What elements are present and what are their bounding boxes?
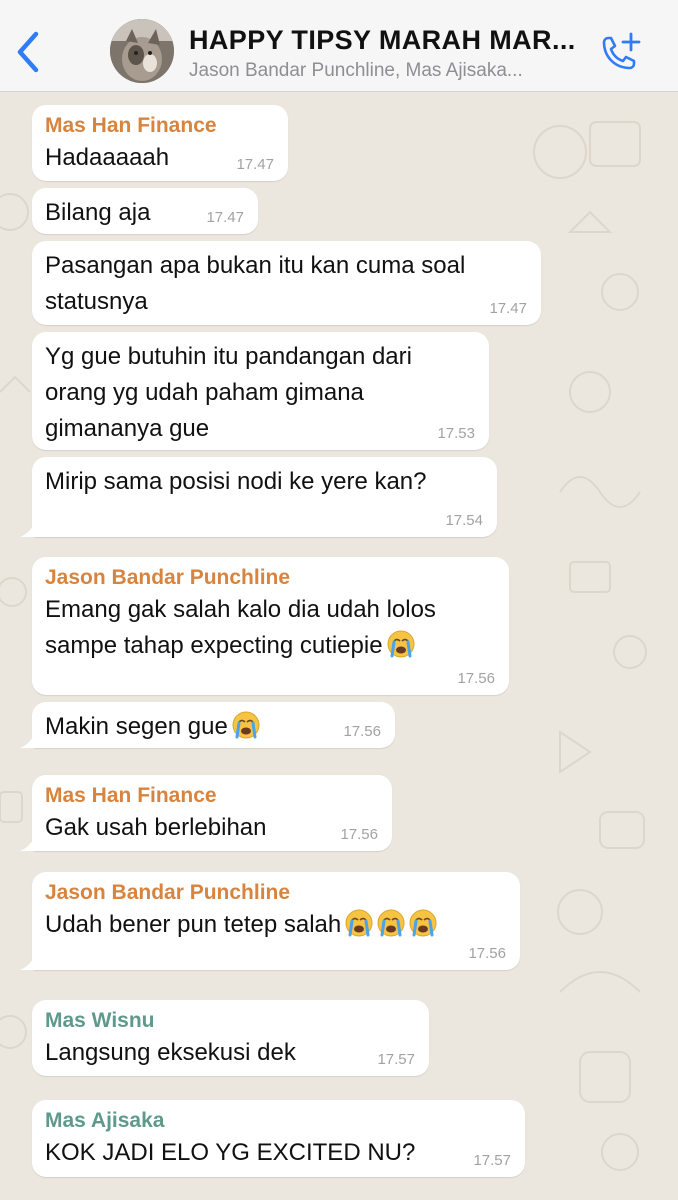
message-text: Pasangan apa bukan itu kan cuma soal: [45, 248, 465, 284]
message-line: statusnya: [45, 288, 148, 315]
crying-face-emoji: [387, 630, 415, 658]
message-bubble[interactable]: Mas Han Finance Hadaaaaah 17.47: [32, 105, 288, 181]
message-line: Yg gue butuhin itu pandangan dari: [45, 343, 412, 370]
crying-face-emoji: [345, 909, 373, 937]
message-line: Bilang aja: [45, 199, 151, 226]
group-avatar[interactable]: [110, 19, 174, 83]
message-line: Pasangan apa bukan itu kan cuma soal: [45, 252, 466, 279]
message-timestamp: 17.56: [468, 945, 506, 962]
message-bubble[interactable]: Makin segen gue 17.56: [20, 702, 395, 748]
bubble-tail: [20, 521, 36, 537]
add-call-button[interactable]: [596, 32, 644, 74]
crying-face-emoji: [377, 909, 405, 937]
message-timestamp: 17.56: [340, 826, 378, 843]
bubble-tail: [20, 954, 36, 970]
message-bubble[interactable]: Mirip sama posisi nodi ke yere kan? 17.54: [20, 457, 497, 537]
chevron-left-icon: [17, 31, 39, 73]
message-text: KOK JADI ELO YG EXCITED NU?: [45, 1135, 415, 1171]
message-line: Hadaaaaah: [45, 144, 170, 171]
message-timestamp: 17.54: [445, 512, 483, 529]
message-timestamp: 17.56: [343, 723, 381, 740]
crying-face-emoji: [409, 909, 437, 937]
group-title[interactable]: HAPPY TIPSY MARAH MAR...: [189, 25, 589, 56]
message-line: gimananya gue: [45, 415, 210, 442]
message-line: sampe tahap expecting cutiepie: [45, 632, 383, 659]
message-line: Makin segen gue: [45, 713, 228, 740]
message-line: Gak usah berlebihan: [45, 814, 267, 841]
sender-name[interactable]: Mas Han Finance: [45, 114, 217, 138]
sender-name[interactable]: Jason Bandar Punchline: [45, 881, 290, 905]
message-text: Langsung eksekusi dek: [45, 1035, 296, 1071]
message-line: orang yg udah paham gimana: [45, 379, 364, 406]
message-line: Udah bener pun tetep salah: [45, 911, 342, 938]
message-bubble[interactable]: Jason Bandar Punchline Udah bener pun tet…: [20, 872, 520, 970]
message-text: Udah bener pun tetep salah: [45, 907, 437, 943]
message-text: statusnya: [45, 284, 148, 320]
message-text: gimananya gue: [45, 411, 209, 447]
sender-name[interactable]: Jason Bandar Punchline: [45, 566, 290, 590]
group-members[interactable]: Jason Bandar Punchline, Mas Ajisaka...: [189, 60, 589, 82]
chat-header: HAPPY TIPSY MARAH MAR... Jason Bandar Pu…: [0, 0, 678, 92]
message-line: Mirip sama posisi nodi ke yere kan?: [45, 468, 427, 495]
message-bubble[interactable]: Mas Wisnu Langsung eksekusi dek 17.57: [32, 1000, 429, 1076]
message-bubble[interactable]: Yg gue butuhin itu pandangan dari orang y…: [32, 332, 489, 450]
message-line: KOK JADI ELO YG EXCITED NU?: [45, 1139, 416, 1166]
message-timestamp: 17.57: [473, 1152, 511, 1169]
cat-photo: [110, 19, 174, 83]
message-bubble[interactable]: Mas Ajisaka KOK JADI ELO YG EXCITED NU? 17…: [32, 1100, 525, 1177]
message-text: Bilang aja: [45, 195, 150, 231]
bubble-tail: [20, 732, 36, 748]
message-line: Langsung eksekusi dek: [45, 1039, 296, 1066]
message-text: Hadaaaaah: [45, 140, 169, 176]
bubble-tail: [20, 835, 36, 851]
message-text: Emang gak salah kalo dia udah lolos: [45, 592, 436, 628]
message-bubble[interactable]: Pasangan apa bukan itu kan cuma soal stat…: [32, 241, 541, 325]
message-text: Makin segen gue: [45, 709, 260, 745]
message-text: Gak usah berlebihan: [45, 810, 266, 846]
message-timestamp: 17.53: [437, 425, 475, 442]
chat-area[interactable]: Mas Han Finance Hadaaaaah 17.47 Bilang aja 1…: [0, 92, 678, 1200]
message-timestamp: 17.47: [236, 156, 274, 173]
sender-name[interactable]: Mas Han Finance: [45, 784, 217, 808]
message-timestamp: 17.57: [377, 1051, 415, 1068]
message-timestamp: 17.47: [206, 209, 244, 226]
message-text: orang yg udah paham gimana: [45, 375, 364, 411]
message-line: Emang gak salah kalo dia udah lolos: [45, 596, 436, 623]
message-timestamp: 17.56: [457, 670, 495, 687]
message-bubble[interactable]: Mas Han Finance Gak usah berlebihan 17.56: [20, 775, 392, 851]
sender-name[interactable]: Mas Wisnu: [45, 1009, 155, 1033]
crying-face-emoji: [232, 711, 260, 739]
message-bubble[interactable]: Jason Bandar Punchline Emang gak salah ka…: [32, 557, 509, 695]
message-text: Mirip sama posisi nodi ke yere kan?: [45, 464, 427, 500]
message-bubble[interactable]: Bilang aja 17.47: [32, 188, 258, 234]
message-timestamp: 17.47: [489, 300, 527, 317]
message-text: Yg gue butuhin itu pandangan dari: [45, 339, 412, 375]
sender-name[interactable]: Mas Ajisaka: [45, 1109, 164, 1133]
message-text: sampe tahap expecting cutiepie: [45, 628, 415, 664]
add-call-icon: [602, 32, 641, 70]
back-button[interactable]: [12, 30, 46, 76]
